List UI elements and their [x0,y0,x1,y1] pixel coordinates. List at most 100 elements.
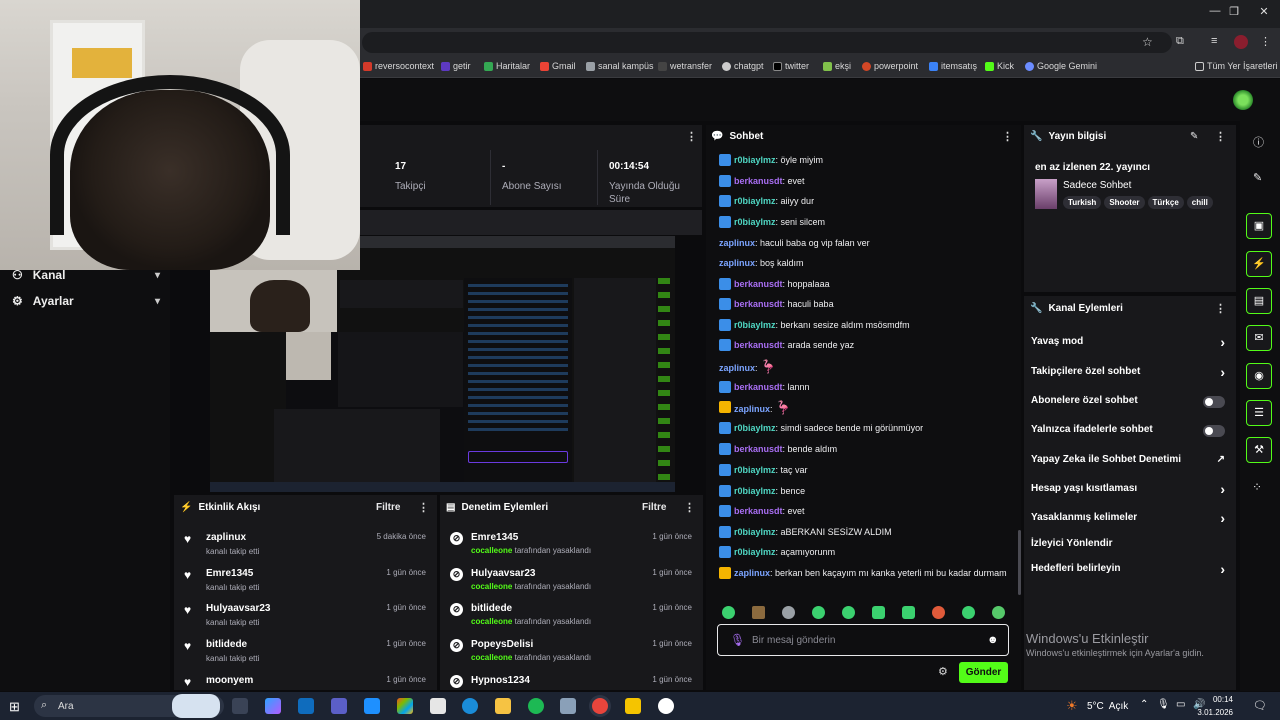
bookmark-reversocontext[interactable]: reversocontext [363,61,434,71]
channel-action-item[interactable]: Hesap yaşı kısıtlaması › [1031,482,1231,499]
store-icon[interactable] [430,698,446,714]
star-icon[interactable]: ☆ [1142,35,1153,49]
activity-user[interactable]: zaplinux [206,532,246,543]
tray-chevron-icon[interactable]: ⌃ [1140,699,1148,710]
chat-username[interactable]: r0biaylmz [734,196,776,206]
bookmark-haritalar[interactable]: Haritalar [484,61,530,71]
taskbar-date[interactable]: 3.01.2026 [1196,708,1233,717]
activity-user[interactable]: Hulyaavsar23 [206,603,271,614]
channel-action-item[interactable]: Hedefleri belirleyin › [1031,562,1231,579]
emote-button[interactable] [932,606,945,619]
windows-start-icon[interactable]: ⊞ [9,699,20,715]
channel-action-item[interactable]: Yapay Zeka ile Sohbet Denetimi ↗ [1031,454,1231,470]
notification-icon[interactable]: 🗨 [1253,699,1267,712]
chat-username[interactable]: berkanusdt [734,176,783,186]
category-name[interactable]: Sadece Sohbet [1063,180,1131,191]
task-view-icon[interactable] [232,698,248,714]
rail-button-wrench[interactable]: ⚒ [1246,437,1272,463]
emote-button[interactable] [992,606,1005,619]
moderation-user[interactable]: Hypnos1234 [471,675,530,686]
sidebar-item-kanal[interactable]: ⚇ Kanal ▾ [12,268,160,282]
chat-username[interactable]: berkanusdt [734,279,783,289]
tag[interactable]: Turkish [1063,196,1102,209]
outlook-icon[interactable] [298,698,314,714]
taskbar-time[interactable]: 00:14 [1206,695,1233,704]
media-icon[interactable]: ≡ [1211,35,1217,47]
activity-user[interactable]: bitlidede [206,639,247,650]
app-icon[interactable] [560,698,576,714]
emoji-picker-icon[interactable]: ☻ [987,634,999,646]
moderation-user[interactable]: bitlidede [471,603,512,614]
emote-button[interactable] [812,606,825,619]
moderator-name[interactable]: cocalleone [471,653,512,662]
stream-preview[interactable] [210,236,675,492]
rail-button-broadcast[interactable]: ◉ [1246,363,1272,389]
m365-icon[interactable] [397,698,413,714]
emote-button[interactable] [722,606,735,619]
copilot-icon[interactable] [265,698,281,714]
emote-button[interactable] [962,606,975,619]
chat-username[interactable]: r0biaylmz [734,527,776,537]
channel-action-item[interactable]: Yavaş mod › [1031,335,1231,352]
emote-button[interactable] [752,606,765,619]
apps-icon[interactable]: ⁘ [1252,480,1262,494]
bookmark-wetransfer[interactable]: wetransfer [658,61,712,71]
chat-username[interactable]: r0biaylmz [734,465,776,475]
edge-icon[interactable] [462,698,478,714]
chat-username[interactable]: r0biaylmz [734,217,776,227]
more-options-icon[interactable]: ⋮ [418,501,429,514]
moderator-name[interactable]: cocalleone [471,546,512,555]
file-explorer-icon[interactable] [495,698,511,714]
bookmark-getir[interactable]: getir [441,61,471,71]
app-icon[interactable] [364,698,380,714]
bookmark-eksi[interactable]: ekşi [823,61,851,71]
network-icon[interactable]: ▭ [1176,699,1185,710]
chat-username[interactable]: r0biaylmz [734,155,776,165]
chat-username[interactable]: berkanusdt [734,382,783,392]
weather-text[interactable]: 5°C Açık [1087,701,1128,712]
chat-input-placeholder[interactable]: Bir mesaj gönderin [752,635,835,646]
chat-username[interactable]: berkanusdt [734,340,783,350]
more-options-icon[interactable]: ⋮ [684,501,695,514]
category-thumbnail[interactable] [1035,179,1057,209]
chat-username[interactable]: berkanusdt [734,506,783,516]
moderator-name[interactable]: cocalleone [471,617,512,626]
emote-button[interactable] [872,606,885,619]
sidebar-item-ayarlar[interactable]: ⚙ Ayarlar ▾ [12,294,160,308]
profile-avatar[interactable] [1234,35,1248,49]
toggle-switch[interactable] [1203,396,1225,408]
more-options-icon[interactable]: ⋮ [1215,302,1226,315]
user-avatar[interactable] [1233,90,1253,110]
chat-username[interactable]: r0biaylmz [734,423,776,433]
emote-button[interactable] [842,606,855,619]
channel-action-item[interactable]: İzleyici Yönlendir [1031,538,1231,554]
all-bookmarks[interactable]: Tüm Yer İşaretleri [1195,61,1278,71]
chat-settings-icon[interactable]: ⚙ [938,665,948,678]
app-icon[interactable] [625,698,641,714]
chat-scrollbar[interactable] [1018,530,1021,595]
channel-action-item[interactable]: Yalnızca ifadelerle sohbet [1031,424,1231,440]
chat-username[interactable]: r0biaylmz [734,486,776,496]
bookmark-sanal-kampus[interactable]: sanal kampüs [586,61,654,71]
chat-username[interactable]: zaplinux [734,568,770,578]
channel-action-item[interactable]: Takipçilere özel sohbet › [1031,365,1231,382]
browser-menu-icon[interactable]: ⋮ [1260,35,1271,48]
chat-username[interactable]: berkanusdt [734,299,783,309]
bookmark-gmail[interactable]: Gmail [540,61,576,71]
more-options-icon[interactable]: ⋮ [1002,130,1013,143]
chat-username[interactable]: zaplinux [719,238,755,248]
rail-button-chat[interactable]: ✉ [1246,325,1272,351]
edit-icon[interactable]: ✎ [1190,131,1198,142]
moderation-user[interactable]: PopeysDelisi [471,639,533,650]
moderation-user[interactable]: Hulyaavsar23 [471,568,536,579]
chat-username[interactable]: zaplinux [719,258,755,268]
chat-username[interactable]: zaplinux [719,363,755,373]
teams-icon[interactable] [331,698,347,714]
address-input[interactable] [362,32,1172,53]
chat-username[interactable]: r0biaylmz [734,547,776,557]
spotify-icon[interactable] [528,698,544,714]
tag[interactable]: chill [1186,196,1213,209]
extensions-icon[interactable]: ⧉ [1176,35,1184,48]
microphone-icon[interactable]: 🎙 [1157,699,1170,710]
activity-filter-button[interactable]: Filtre [376,502,400,513]
